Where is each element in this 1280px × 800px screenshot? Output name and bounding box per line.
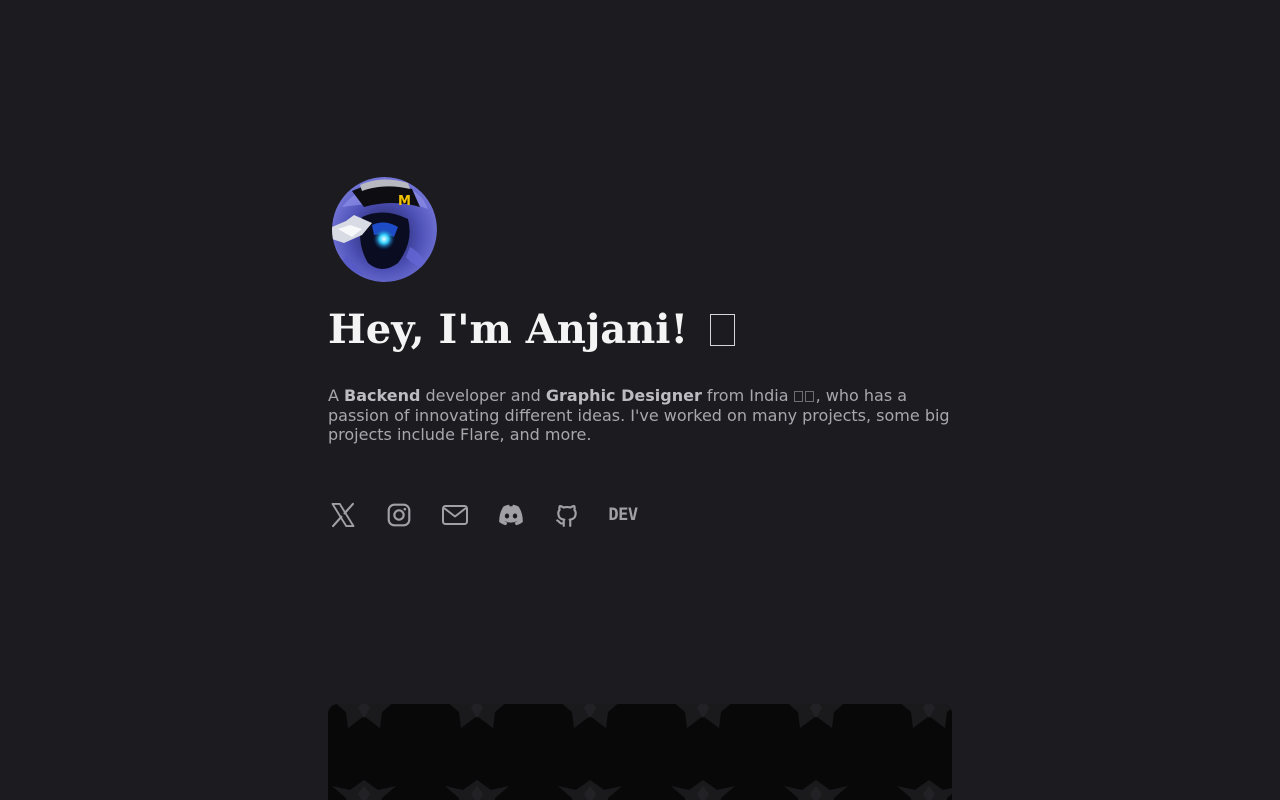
dev-icon: DEV	[608, 505, 638, 525]
bio-role-backend: Backend	[344, 386, 421, 405]
x-icon	[331, 502, 355, 528]
instagram-icon	[387, 503, 411, 527]
discord-link[interactable]	[496, 500, 526, 530]
instagram-link[interactable]	[384, 500, 414, 530]
bio-middle-1: developer and	[420, 386, 546, 405]
bio-prefix: A	[328, 386, 345, 405]
card-pattern-image	[328, 704, 952, 800]
avatar: M	[332, 177, 437, 282]
bio-middle-2: from India	[701, 386, 794, 405]
x-link[interactable]	[328, 500, 358, 530]
wave-emoji-icon	[710, 314, 736, 346]
bio-text: A Backend developer and Graphic Designer…	[328, 386, 952, 445]
dev-link[interactable]: DEV	[608, 500, 638, 530]
mail-link[interactable]	[440, 500, 470, 530]
bio-role-graphic-designer: Graphic Designer	[545, 386, 702, 405]
discord-icon	[499, 504, 523, 526]
avatar-image: M	[332, 177, 437, 282]
github-icon	[556, 505, 577, 527]
headline-text: Hey, I'm Anjani!	[328, 306, 689, 353]
page-title: Hey, I'm Anjani!	[328, 300, 736, 360]
india-flag-icon	[804, 391, 814, 402]
india-flag-icon	[793, 391, 803, 402]
mail-icon	[442, 505, 468, 525]
social-links: DEV	[328, 500, 664, 530]
github-link[interactable]	[552, 500, 582, 530]
svg-text:M: M	[398, 194, 411, 209]
featured-card	[328, 704, 952, 800]
